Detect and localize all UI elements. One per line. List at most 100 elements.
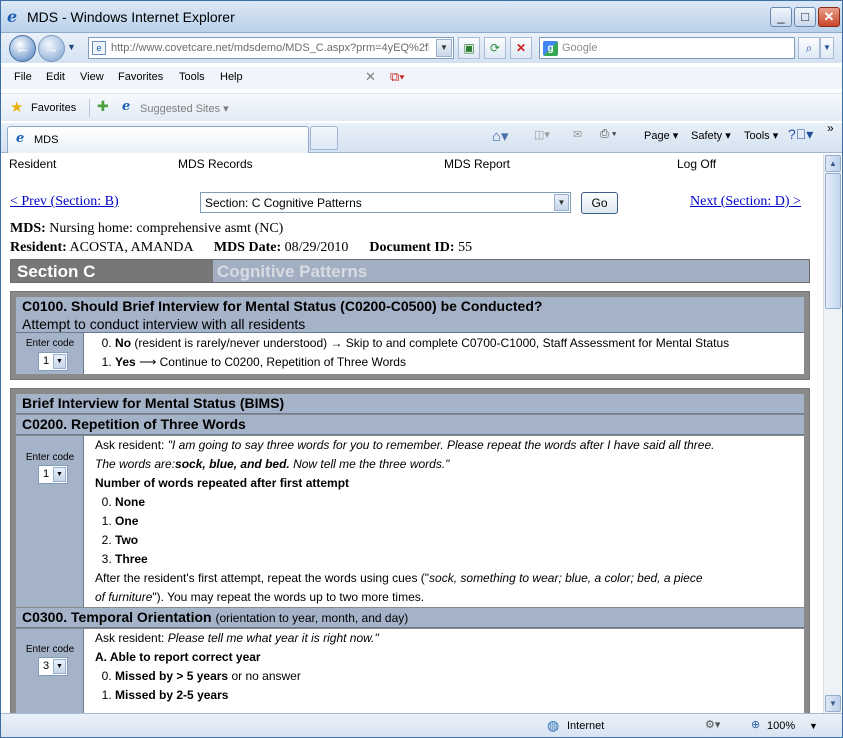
- c0200-option-1: 1. One: [101, 514, 139, 528]
- c0300-question: A. Able to report correct year: [95, 650, 261, 664]
- zoom-icon[interactable]: ⊕: [751, 718, 760, 731]
- new-tab-button[interactable]: [310, 126, 338, 150]
- c0200-code-select[interactable]: 1 ▼: [38, 465, 68, 484]
- menu-tools[interactable]: Tools: [179, 71, 205, 83]
- c0200-option-3: 3. Three: [101, 552, 148, 566]
- feeds-icon[interactable]: ◫▾: [534, 128, 550, 141]
- google-logo-icon: g: [543, 41, 558, 56]
- suggested-sites-link[interactable]: Suggested Sites ▾: [140, 102, 229, 115]
- ie-logo-icon: e: [7, 7, 18, 26]
- menu-favorites[interactable]: Favorites: [118, 71, 163, 83]
- tab-label: MDS: [34, 134, 59, 146]
- recent-pages-dropdown-icon[interactable]: ▼: [67, 42, 76, 52]
- c0100-body: 0. No (resident is rarely/never understo…: [84, 333, 804, 374]
- mds-date-value: 08/29/2010: [284, 240, 349, 255]
- page-content: Resident MDS Records MDS Report Log Off …: [1, 154, 823, 713]
- scroll-up-icon[interactable]: ▲: [825, 155, 841, 172]
- nav-resident[interactable]: Resident: [9, 157, 56, 171]
- site-nav: Resident MDS Records MDS Report Log Off: [9, 156, 809, 174]
- search-input[interactable]: g Google: [539, 37, 795, 59]
- vertical-scrollbar[interactable]: ▲ ▼: [823, 154, 841, 713]
- document-id-value: 55: [458, 240, 473, 255]
- resident-label: Resident:: [10, 240, 67, 255]
- bims-header: Brief Interview for Mental Status (BIMS): [16, 394, 804, 414]
- tools-menu[interactable]: Tools ▾: [744, 129, 778, 142]
- nav-mds-records[interactable]: MDS Records: [178, 157, 253, 171]
- scroll-thumb[interactable]: [825, 173, 841, 309]
- c0100-header: C0100. Should Brief Interview for Mental…: [16, 297, 804, 333]
- chevron-down-icon[interactable]: ▼: [53, 467, 66, 482]
- chevron-more-icon[interactable]: »: [827, 121, 834, 135]
- print-icon[interactable]: ⎙ ▾: [600, 128, 616, 141]
- mds-type: MDS: Nursing home: comprehensive asmt (N…: [10, 221, 283, 237]
- back-button[interactable]: ←: [9, 35, 36, 62]
- favorites-star-icon[interactable]: ★: [10, 98, 23, 116]
- enter-code-label: Enter code: [25, 338, 75, 349]
- suggested-sites-icon: e: [122, 99, 131, 114]
- help-icon[interactable]: ?⃝▾: [788, 126, 813, 143]
- zoom-level[interactable]: 100%: [767, 720, 795, 732]
- safety-menu[interactable]: Safety ▾: [691, 129, 731, 142]
- forward-button[interactable]: →: [38, 35, 65, 62]
- maximize-button[interactable]: □: [794, 7, 816, 27]
- stop-button[interactable]: ✕: [510, 37, 532, 59]
- c0300-ask-line: Ask resident: Please tell me what year i…: [95, 631, 379, 645]
- menu-view[interactable]: View: [80, 71, 104, 83]
- close-button[interactable]: ✕: [818, 7, 840, 27]
- chevron-down-icon[interactable]: ▼: [53, 659, 66, 674]
- nav-log-off[interactable]: Log Off: [677, 157, 716, 171]
- go-button[interactable]: Go: [581, 192, 618, 214]
- home-icon[interactable]: ⌂▾: [492, 127, 509, 145]
- menu-help[interactable]: Help: [220, 71, 243, 83]
- protected-mode-icon[interactable]: ⚙▾: [705, 718, 720, 731]
- c0300-code-value: 3: [43, 660, 50, 672]
- c0300-title: C0300. Temporal Orientation (orientation…: [22, 609, 409, 625]
- add-to-favorites-icon[interactable]: ✚: [97, 98, 109, 115]
- nav-mds-report[interactable]: MDS Report: [444, 157, 510, 171]
- c0200-option-2: 2. Two: [101, 533, 139, 547]
- section-select[interactable]: Section: C Cognitive Patterns ▼: [200, 192, 571, 213]
- address-dropdown-icon[interactable]: ▼: [436, 39, 452, 57]
- menu-file[interactable]: File: [14, 71, 32, 83]
- favorites-bar: ★ Favorites ✚ e Suggested Sites ▾: [1, 93, 842, 121]
- c0100-box: C0100. Should Brief Interview for Mental…: [10, 291, 810, 380]
- section-header: Section C Cognitive Patterns: [10, 259, 810, 283]
- scroll-down-icon[interactable]: ▼: [825, 695, 841, 712]
- c0300-code-column: Enter code 3 ▼: [16, 629, 84, 713]
- c0200-code-column: Enter code 1 ▼: [16, 436, 84, 607]
- c0100-code-select[interactable]: 1 ▼: [38, 352, 68, 371]
- enter-code-label: Enter code: [25, 452, 75, 463]
- section-select-value: Section: C Cognitive Patterns: [205, 196, 362, 210]
- c0200-question: Number of words repeated after first att…: [95, 476, 350, 490]
- section-name: Cognitive Patterns: [217, 262, 368, 281]
- section-code: Section C: [11, 260, 213, 282]
- chevron-down-icon[interactable]: ▼: [554, 194, 569, 211]
- refresh-button[interactable]: ⟳: [484, 37, 506, 59]
- menu-edit[interactable]: Edit: [46, 71, 65, 83]
- convert-pdf-icon[interactable]: ⧉▾: [390, 69, 405, 85]
- c0200-instruction-line-2: of furniture"). You may repeat the words…: [95, 590, 425, 604]
- close-menu-icon[interactable]: ✕: [365, 69, 376, 85]
- tab-mds[interactable]: e MDS: [7, 126, 309, 153]
- minimize-button[interactable]: _: [770, 7, 792, 27]
- search-options-icon[interactable]: ▼: [820, 37, 834, 59]
- next-section-link[interactable]: Next (Section: D) >: [690, 194, 801, 210]
- prev-section-link[interactable]: < Prev (Section: B): [10, 194, 119, 210]
- favorites-separator: [89, 99, 90, 117]
- search-placeholder: Google: [562, 42, 598, 54]
- c0100-title: C0100. Should Brief Interview for Mental…: [22, 298, 543, 314]
- search-icon[interactable]: ⌕: [798, 37, 820, 59]
- zoom-dropdown-icon[interactable]: ▼: [809, 721, 818, 731]
- page-icon: e: [92, 41, 106, 55]
- address-bar[interactable]: e http://www.covetcare.net/mdsdemo/MDS_C…: [88, 37, 454, 59]
- resident-value: ACOSTA, AMANDA: [69, 240, 193, 255]
- chevron-down-icon[interactable]: ▼: [53, 354, 66, 369]
- page-menu[interactable]: Page ▾: [644, 129, 678, 142]
- mds-value: Nursing home: comprehensive asmt (NC): [49, 221, 284, 236]
- c0300-code-select[interactable]: 3 ▼: [38, 657, 68, 676]
- compatibility-view-button[interactable]: ▣: [458, 37, 480, 59]
- favorites-button[interactable]: Favorites: [31, 102, 76, 114]
- address-url[interactable]: http://www.covetcare.net/mdsdemo/MDS_C.a…: [111, 42, 429, 54]
- mds-date-label: MDS Date:: [213, 240, 282, 255]
- read-mail-icon[interactable]: ✉: [573, 128, 582, 141]
